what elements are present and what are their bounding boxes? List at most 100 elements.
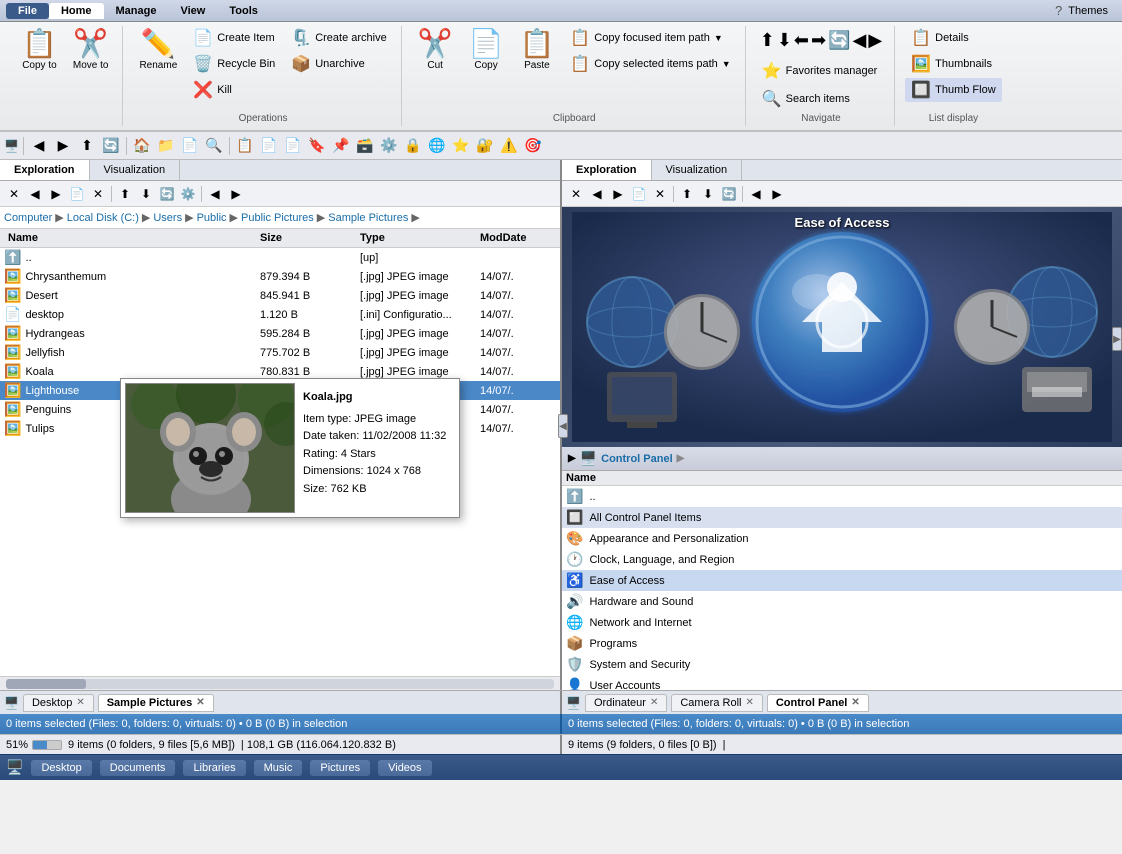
right-tb-btn-10[interactable]: ▶ <box>767 184 787 204</box>
taskbar-item-videos[interactable]: Videos <box>378 760 431 776</box>
right-bottom-tab-camera[interactable]: Camera Roll ✕ <box>671 694 763 712</box>
toolbar-btn-12[interactable]: ⚠️ <box>498 135 520 157</box>
left-tb-btn-11[interactable]: ▶ <box>226 184 246 204</box>
nav-down-icon[interactable]: ⬇ <box>777 30 792 51</box>
favorites-button[interactable]: ⭐ Favorites manager <box>756 59 884 83</box>
left-tb-btn-6[interactable]: ⬆ <box>115 184 135 204</box>
camera-tab-close[interactable]: ✕ <box>745 697 753 708</box>
file-row-desktop[interactable]: 📄desktop 1.120 B [.ini] Configuratio... … <box>0 305 560 324</box>
taskbar-item-pictures[interactable]: Pictures <box>310 760 370 776</box>
toolbar-btn-4[interactable]: 🔖 <box>306 135 328 157</box>
left-tb-btn-9[interactable]: ⚙️ <box>178 184 198 204</box>
help-icon[interactable]: ? <box>1055 3 1062 18</box>
right-tab-visualization[interactable]: Visualization <box>652 160 743 180</box>
controlpanel-tab-close[interactable]: ✕ <box>851 697 859 708</box>
toolbar-btn-11[interactable]: 🔐 <box>474 135 496 157</box>
ordinateur-tab-close[interactable]: ✕ <box>650 697 658 708</box>
toolbar-btn-3[interactable]: 📄 <box>282 135 304 157</box>
col-name[interactable]: Name <box>4 231 256 245</box>
create-item-button[interactable]: 📄 Create Item <box>187 26 281 50</box>
right-tb-btn-3[interactable]: ▶ <box>608 184 628 204</box>
toolbar-btn-2[interactable]: 📄 <box>258 135 280 157</box>
kill-button[interactable]: ❌ Kill <box>187 78 281 102</box>
left-tb-btn-3[interactable]: ▶ <box>46 184 66 204</box>
control-panel-expand[interactable]: ▶ <box>568 453 576 464</box>
nav-up-icon[interactable]: ⬆ <box>760 30 775 51</box>
toolbar-btn-10[interactable]: ⭐ <box>450 135 472 157</box>
left-tab-visualization[interactable]: Visualization <box>90 160 181 180</box>
breadcrumb-public[interactable]: Public <box>197 212 227 224</box>
col-size[interactable]: Size <box>256 231 356 245</box>
left-tb-btn-8[interactable]: 🔄 <box>157 184 177 204</box>
left-tb-btn-4[interactable]: 📄 <box>67 184 87 204</box>
toolbar-btn-up[interactable]: ⬆ <box>76 135 98 157</box>
col-date[interactable]: ModDate <box>476 231 556 245</box>
col-type[interactable]: Type <box>356 231 476 245</box>
samples-tab-close[interactable]: ✕ <box>196 697 204 708</box>
toolbar-btn-13[interactable]: 🎯 <box>522 135 544 157</box>
tab-view[interactable]: View <box>168 3 217 19</box>
right-tb-btn-1[interactable]: ✕ <box>566 184 586 204</box>
rename-button[interactable]: ✏️ Rename <box>133 26 183 76</box>
thumbnails-button[interactable]: 🖼️ Thumbnails <box>905 52 1001 76</box>
breadcrumb-computer[interactable]: Computer <box>4 212 52 224</box>
left-tb-btn-5[interactable]: ✕ <box>88 184 108 204</box>
left-resize-handle[interactable]: ◀ <box>558 414 568 438</box>
cp-row-hardware[interactable]: 🔊 Hardware and Sound <box>562 591 1122 612</box>
cp-row-system[interactable]: 🛡️ System and Security <box>562 654 1122 675</box>
breadcrumb-samplepictures[interactable]: Sample Pictures <box>328 212 408 224</box>
cut-button[interactable]: ✂️ Cut <box>412 26 459 76</box>
left-tb-btn-10[interactable]: ◀ <box>205 184 225 204</box>
thumb-flow-button[interactable]: 🔲 Thumb Flow <box>905 78 1001 102</box>
breadcrumb-localdisk[interactable]: Local Disk (C:) <box>67 212 139 224</box>
right-bottom-tab-controlpanel[interactable]: Control Panel ✕ <box>767 694 869 712</box>
left-tb-btn-7[interactable]: ⬇ <box>136 184 156 204</box>
toolbar-btn-1[interactable]: 📋 <box>234 135 256 157</box>
toolbar-btn-forward[interactable]: ▶ <box>52 135 74 157</box>
cp-row-programs[interactable]: 📦 Programs <box>562 633 1122 654</box>
nav-left-icon[interactable]: ⬅ <box>794 30 809 51</box>
toolbar-btn-search[interactable]: 🔍 <box>203 135 225 157</box>
copy-focused-button[interactable]: 📋 Copy focused item path ▼ <box>564 26 736 50</box>
unarchive-button[interactable]: 📦 Unarchive <box>285 52 392 76</box>
taskbar-start-icon[interactable]: 🖥️ <box>6 759 23 776</box>
right-tab-exploration[interactable]: Exploration <box>562 160 652 180</box>
left-bottom-tab-desktop[interactable]: Desktop ✕ <box>23 694 94 712</box>
tab-home[interactable]: Home <box>49 3 104 19</box>
breadcrumb-publicpictures[interactable]: Public Pictures <box>241 212 314 224</box>
right-tb-btn-6[interactable]: ⬆ <box>677 184 697 204</box>
taskbar-item-documents[interactable]: Documents <box>100 760 176 776</box>
cp-row-appearance[interactable]: 🎨 Appearance and Personalization <box>562 528 1122 549</box>
toolbar-btn-7[interactable]: ⚙️ <box>378 135 400 157</box>
nav-right-icon[interactable]: ➡ <box>811 30 826 51</box>
toolbar-btn-6[interactable]: 🗃️ <box>354 135 376 157</box>
left-tb-btn-1[interactable]: ✕ <box>4 184 24 204</box>
create-archive-button[interactable]: 🗜️ Create archive <box>285 26 392 50</box>
copy-selected-button[interactable]: 📋 Copy selected items path ▼ <box>564 52 736 76</box>
taskbar-item-desktop[interactable]: Desktop <box>31 760 91 776</box>
tab-file[interactable]: File <box>6 3 49 19</box>
toolbar-btn-9[interactable]: 🌐 <box>426 135 448 157</box>
tab-manage[interactable]: Manage <box>104 3 169 19</box>
cp-row-clock[interactable]: 🕐 Clock, Language, and Region <box>562 549 1122 570</box>
right-tb-btn-2[interactable]: ◀ <box>587 184 607 204</box>
file-row-up[interactable]: ⬆️.. [up] <box>0 248 560 267</box>
details-button[interactable]: 📋 Details <box>905 26 1001 50</box>
file-row-chrysanthemum[interactable]: 🖼️Chrysanthemum 879.394 B [.jpg] JPEG im… <box>0 267 560 286</box>
nav-forward-icon[interactable]: ▶ <box>868 30 882 51</box>
copy-button[interactable]: 📄 Copy <box>463 26 510 76</box>
right-bottom-tab-ordinateur[interactable]: Ordinateur ✕ <box>585 694 667 712</box>
taskbar-item-music[interactable]: Music <box>254 760 303 776</box>
toolbar-btn-5[interactable]: 📌 <box>330 135 352 157</box>
cp-col-name[interactable]: Name <box>566 472 918 484</box>
cp-row-up[interactable]: ⬆️ .. <box>562 486 1122 507</box>
file-row-jellyfish[interactable]: 🖼️Jellyfish 775.702 B [.jpg] JPEG image … <box>0 343 560 362</box>
right-tb-btn-7[interactable]: ⬇ <box>698 184 718 204</box>
search-items-button[interactable]: 🔍 Search items <box>756 87 856 111</box>
cp-row-all-items[interactable]: 🔲 All Control Panel Items <box>562 507 1122 528</box>
paste-button[interactable]: 📋 Paste <box>513 26 560 76</box>
themes-label[interactable]: Themes <box>1068 5 1108 17</box>
right-tb-btn-5[interactable]: ✕ <box>650 184 670 204</box>
cp-row-user-accounts[interactable]: 👤 User Accounts <box>562 675 1122 690</box>
right-tb-btn-8[interactable]: 🔄 <box>719 184 739 204</box>
